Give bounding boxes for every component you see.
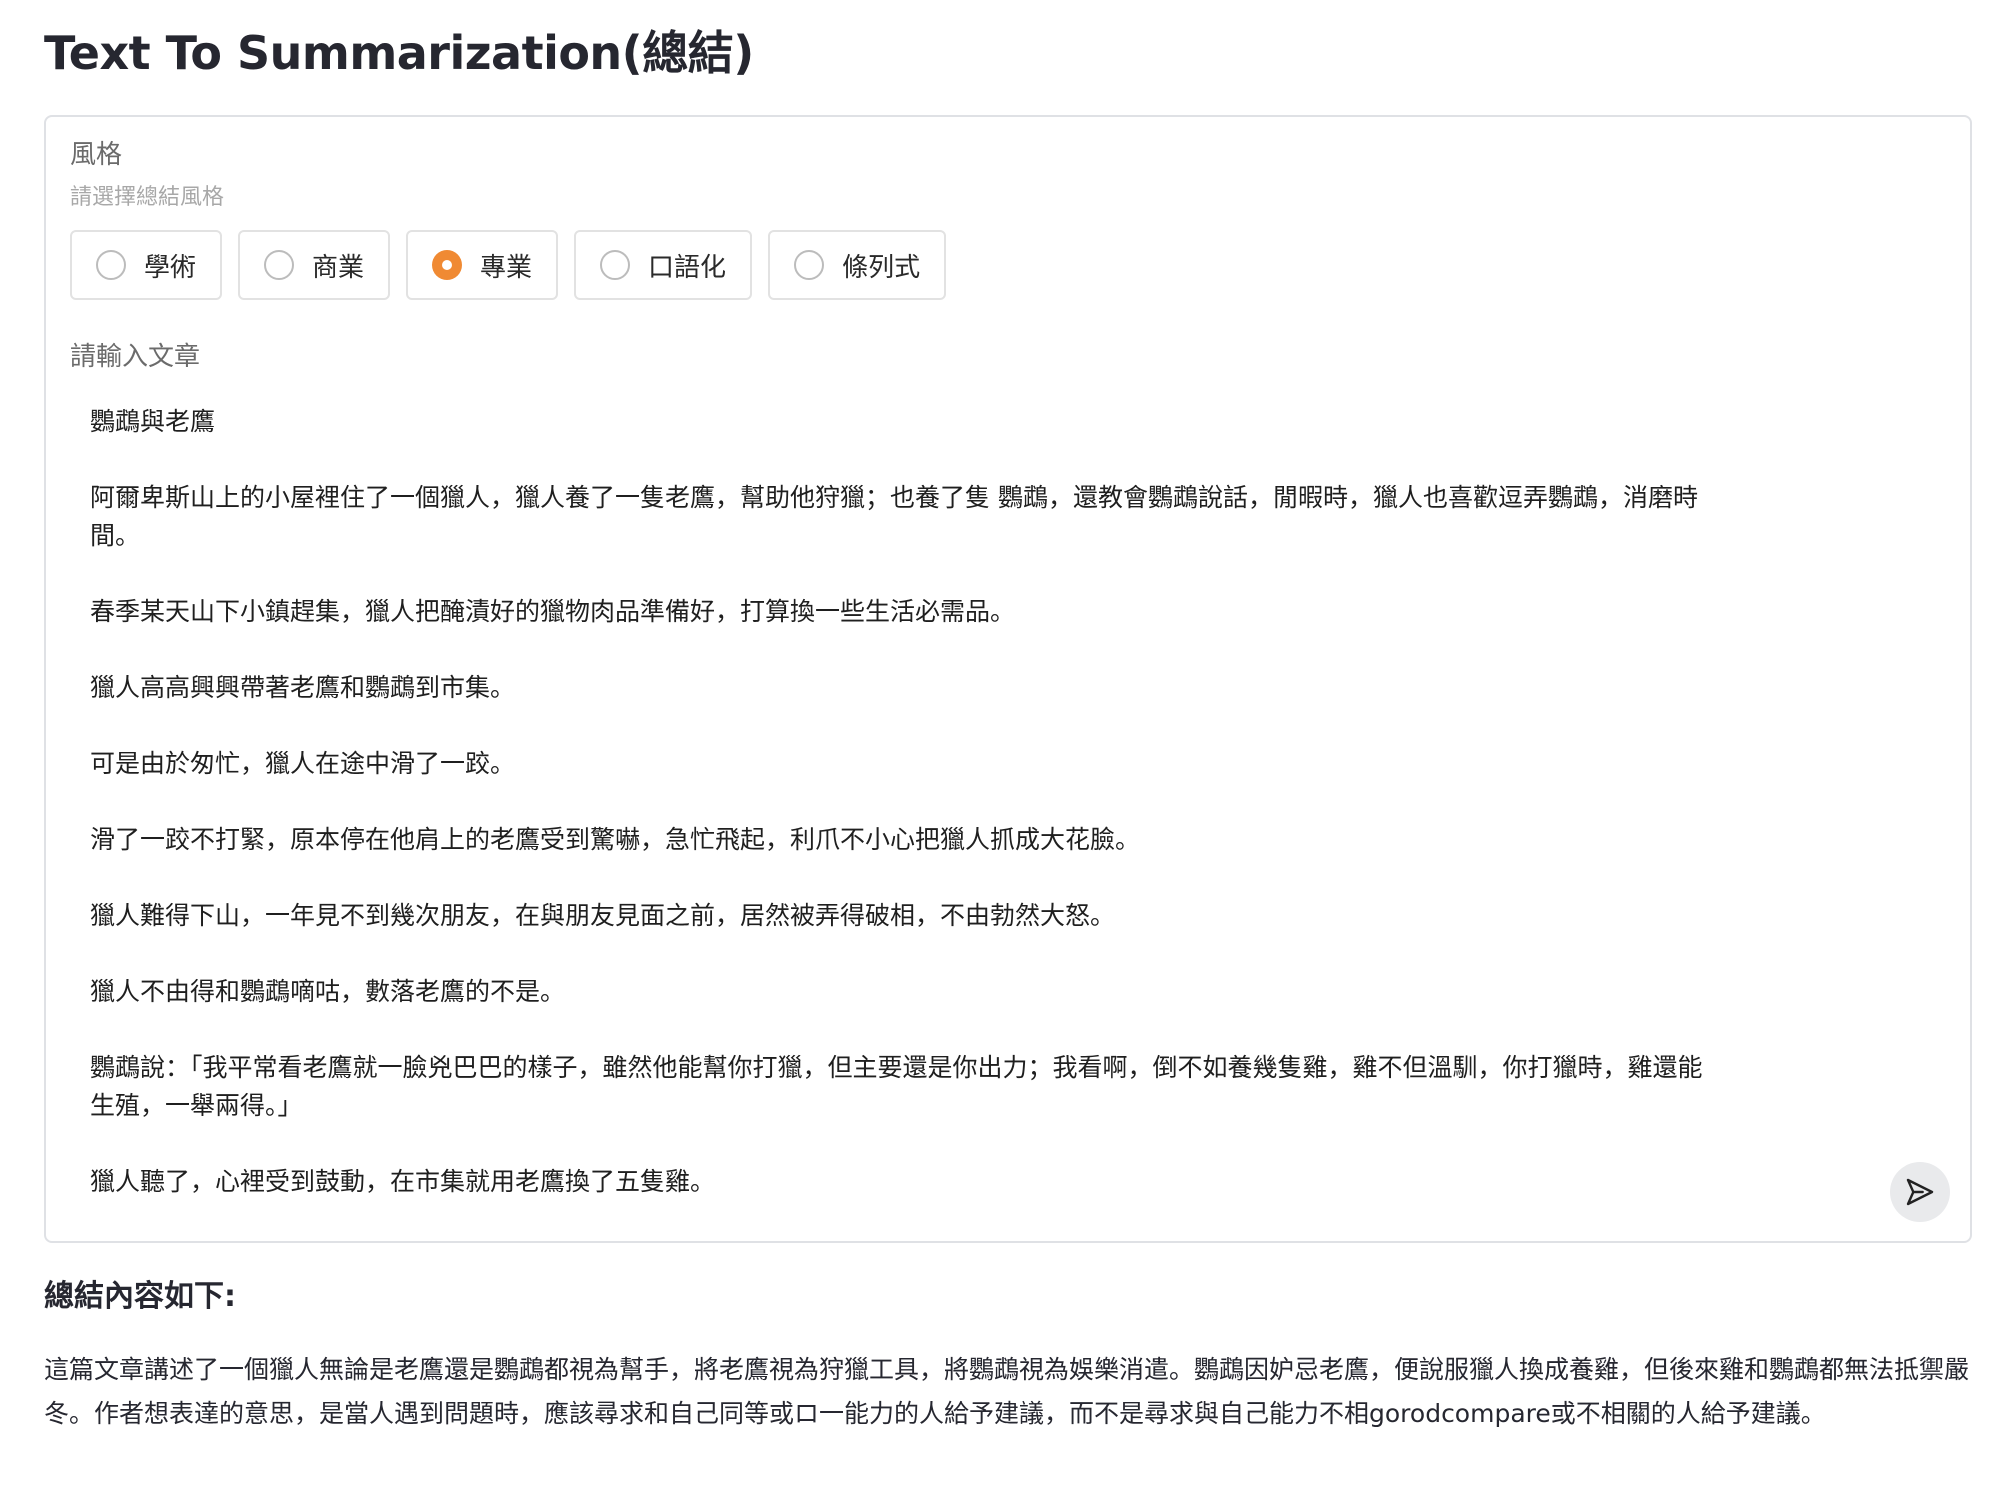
radio-label: 商業 xyxy=(312,252,365,283)
send-icon xyxy=(1906,1178,1934,1206)
summary-body: 這篇文章講述了一個獵人無論是老鷹還是鸚鵡都視為幫手，將老鷹視為狩獵工具，將鸚鵡視… xyxy=(44,1355,1970,1428)
radio-option-business[interactable]: 商業 xyxy=(238,230,391,300)
article-input[interactable]: 鸚鵡與老鷹 阿爾卑斯山上的小屋裡住了一個獵人，獵人養了一隻老鷹，幫助他狩獵；也養… xyxy=(90,403,1880,1201)
style-label: 風格 xyxy=(70,140,123,170)
radio-selected-icon[interactable] xyxy=(432,250,463,280)
style-radio-group: 學術 商業 專業 口語化 條列式 xyxy=(70,230,947,300)
radio-label: 條列式 xyxy=(842,252,921,283)
send-button[interactable] xyxy=(1890,1162,1950,1222)
radio-label: 口語化 xyxy=(648,252,727,283)
radio-option-bulleted[interactable]: 條列式 xyxy=(768,230,947,300)
radio-unselected-icon[interactable] xyxy=(264,250,295,280)
radio-option-professional[interactable]: 專業 xyxy=(406,230,559,300)
radio-unselected-icon[interactable] xyxy=(794,250,825,280)
radio-option-academic[interactable]: 學術 xyxy=(70,230,223,300)
radio-label: 學術 xyxy=(144,252,197,283)
summary-heading: 總結內容如下: xyxy=(44,1279,236,1314)
article-input-label: 請輸入文章 xyxy=(70,342,201,372)
style-sublabel: 請選擇總結風格 xyxy=(70,185,225,210)
summarization-form: 風格 請選擇總結風格 學術 商業 專業 口語化 條列式 請輸入文章 鸚鵡與老鷹 … xyxy=(44,115,1972,1243)
radio-option-colloquial[interactable]: 口語化 xyxy=(574,230,753,300)
page-title: Text To Summarization(總結) xyxy=(44,26,754,80)
radio-label: 專業 xyxy=(480,252,533,283)
radio-unselected-icon[interactable] xyxy=(96,250,126,280)
radio-unselected-icon[interactable] xyxy=(600,250,631,280)
